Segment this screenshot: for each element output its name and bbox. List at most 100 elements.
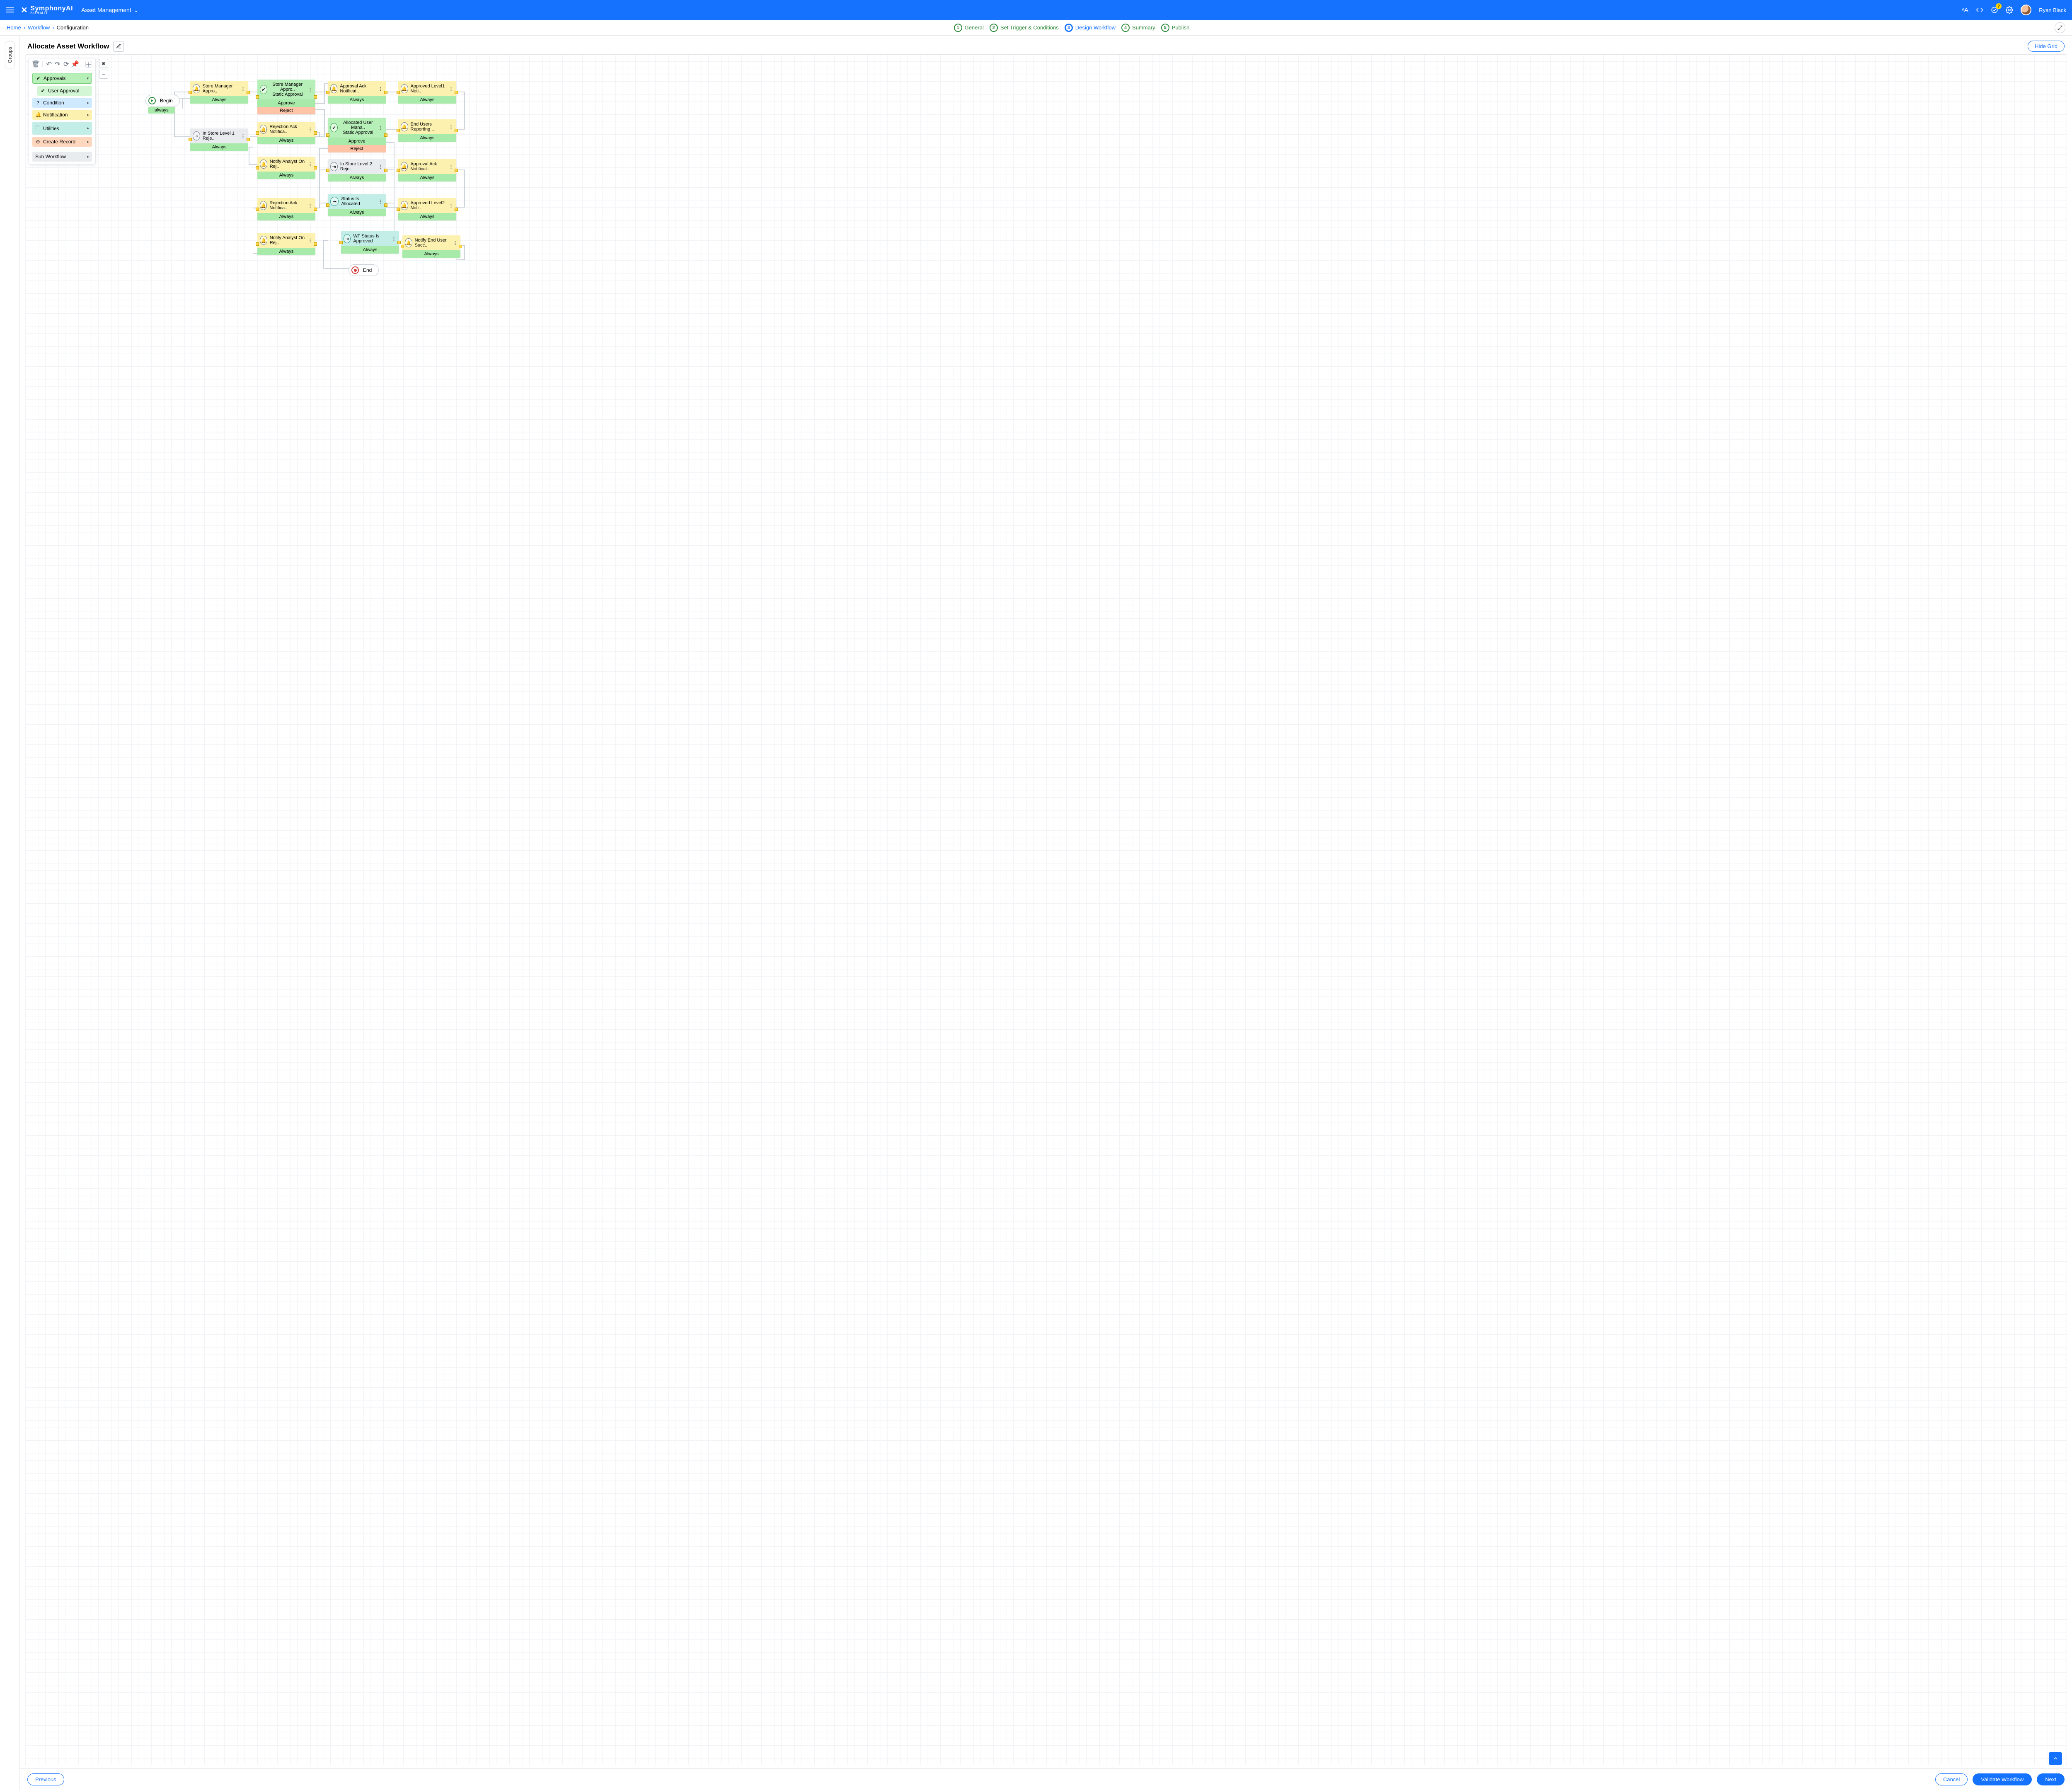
groups-rail-label: Groups [5,41,15,68]
step-design[interactable]: 3Design Workflow [1065,24,1116,32]
step-trigger[interactable]: 2Set Trigger & Conditions [990,24,1059,32]
validate-workflow-button[interactable]: Validate Workflow [1973,1773,2032,1785]
breadcrumb-workflow[interactable]: Workflow [28,24,50,31]
approvals-icon[interactable]: 7 [1991,6,1998,14]
zoom-out-icon[interactable]: − [99,70,108,79]
node-utility[interactable]: ⇥In Store Level 2 Reje..⋮ Always [328,159,386,181]
check-circle-icon: ✔ [330,123,338,132]
user-name[interactable]: Ryan Black [2039,7,2066,13]
more-icon[interactable]: ⋮ [308,87,313,92]
node-approval[interactable]: ✔Store Manager Appro..Static Approval⋮ A… [257,80,315,114]
plus-circle-icon: ⊕ [35,139,41,145]
edit-title-button[interactable] [113,41,124,52]
delete-icon[interactable]: 🗑 [32,61,39,68]
node-notification[interactable]: 🔔End Users Reporting ..⋮ Always [398,119,456,142]
workflow-nodes: Begin always 🔔Store Manager Appro..⋮ Alw… [145,67,2058,1756]
node-notification[interactable]: 🔔Approved Level2 Noti..⋮ Always [398,198,456,220]
step-general[interactable]: 1General [954,24,984,32]
more-icon[interactable]: ⋮ [308,238,313,243]
more-icon[interactable]: ⋮ [308,162,313,167]
footer-bar: Previous Cancel Validate Workflow Next [20,1768,2072,1790]
node-begin[interactable]: Begin [145,95,180,106]
brand-logo[interactable]: ✕ SymphonyAI SUMMIT [21,5,73,15]
node-condition[interactable]: ⇥Status Is Allocated⋮ Always [328,194,386,216]
more-icon[interactable]: ⋮ [449,203,454,208]
more-icon[interactable]: ⋮ [378,199,383,204]
more-icon[interactable]: ⋮ [308,203,313,208]
fullscreen-icon[interactable] [2055,22,2065,33]
check-circle-icon: ✔ [40,88,46,94]
avatar[interactable] [2021,5,2031,15]
more-icon[interactable]: ⋮ [241,86,246,92]
node-approval[interactable]: ✔Allocated User Mana..Static Approval⋮ A… [328,118,386,152]
hide-grid-button[interactable]: Hide Grid [2028,41,2065,52]
palette-condition[interactable]: ?Condition▸ [32,98,92,108]
refresh-icon[interactable]: ⟳ [63,61,69,68]
more-icon[interactable]: ⋮ [378,125,383,131]
zoom-controls: ⊕ − [99,59,108,79]
node-notification[interactable]: 🔔Notify Analyst On Rej..⋮ Always [257,233,315,255]
step-publish[interactable]: 5Publish [1161,24,1190,32]
node-end[interactable]: End [349,264,379,276]
palette-utilities[interactable]: 🗀Utilities▸ [32,122,92,135]
groups-rail[interactable]: Groups [0,36,20,1790]
zoom-center-icon[interactable]: ⊕ [99,59,108,68]
more-icon[interactable]: ⋮ [453,240,458,246]
more-icon[interactable]: ⋮ [449,86,454,92]
menu-icon[interactable] [6,6,14,14]
font-size-icon[interactable]: AA [1961,6,1968,14]
palette-approvals[interactable]: ✔Approvals▾ [32,73,92,84]
add-icon[interactable]: ＋ [85,61,92,68]
more-icon[interactable]: ⋮ [392,236,397,242]
code-icon[interactable] [1976,6,1983,14]
node-notification[interactable]: 🔔Rejection Ack Notifica..⋮ Always [257,122,315,144]
step-summary[interactable]: 4Summary [1121,24,1155,32]
next-button[interactable]: Next [2037,1773,2065,1785]
redo-icon[interactable]: ↷ [55,61,61,68]
more-icon[interactable]: ⋮ [308,127,313,132]
scroll-top-button[interactable] [2049,1752,2062,1765]
node-notification[interactable]: 🔔Approved Level1 Noti..⋮ Always [398,81,456,104]
palette-user-approval[interactable]: ✔User Approval [37,86,92,96]
more-icon[interactable]: ⋮ [449,164,454,169]
pin-icon[interactable]: 📌 [72,61,78,68]
node-notification[interactable]: 🔔Approval Ack Notificat..⋮ Always [398,159,456,181]
previous-button[interactable]: Previous [27,1773,64,1785]
bell-icon: 🔔 [330,84,337,93]
more-icon[interactable]: ⋮ [241,133,246,139]
chevron-down-icon: ⌄ [134,7,139,14]
node-notification[interactable]: 🔔Notify Analyst On Rej..⋮ Always [257,157,315,179]
node-utility[interactable]: ⇥In Store Level 1 Reje..⋮ Always [190,128,248,151]
bell-icon: 🔔 [401,162,408,171]
brand-sub: SUMMIT [30,11,73,15]
check-circle-icon: ✔ [36,75,41,81]
workflow-canvas[interactable]: 🗑 ↶ ↷ ⟳ 📌 ＋ ✔Approvals▾ ✔User Approval ?… [25,54,2067,1765]
palette-sub-workflow[interactable]: Sub Workflow▸ [32,152,92,162]
chevron-right-icon: ▸ [87,155,89,159]
undo-icon[interactable]: ↶ [46,61,52,68]
breadcrumb: Home › Workflow › Configuration [7,24,89,31]
top-bar: ✕ SymphonyAI SUMMIT Asset Management ⌄ A… [0,0,2072,20]
cancel-button[interactable]: Cancel [1935,1773,1968,1785]
node-notification[interactable]: 🔔Rejection Ack Notifica..⋮ Always [257,198,315,220]
settings-icon[interactable] [2006,6,2013,14]
top-actions: AA 7 Ryan Black [1961,5,2066,15]
palette-notification[interactable]: 🔔Notification▸ [32,110,92,120]
chevron-down-icon: ▾ [87,76,89,81]
more-icon[interactable]: ⋮ [449,124,454,130]
app-name: Asset Management [81,7,131,13]
breadcrumb-home[interactable]: Home [7,24,21,31]
app-switcher[interactable]: Asset Management ⌄ [81,7,138,14]
stop-icon [351,266,359,274]
more-icon[interactable]: ⋮ [378,164,383,169]
palette-create-record[interactable]: ⊕Create Record▸ [32,137,92,147]
more-icon[interactable]: ⋮ [378,86,383,92]
chevron-right-icon: › [24,24,25,31]
node-notification[interactable]: 🔔Notify End User Succ..⋮ Always [402,235,460,258]
node-condition[interactable]: ⇥WF Status Is Approved⋮ Always [341,231,399,254]
bell-icon: 🔔 [193,84,200,93]
play-icon [148,97,156,104]
node-notification[interactable]: 🔔Approval Ack Notificat..⋮ Always [328,81,386,104]
node-notification[interactable]: 🔔Store Manager Appro..⋮ Always [190,81,248,104]
condition-icon: ⇥ [344,234,351,243]
